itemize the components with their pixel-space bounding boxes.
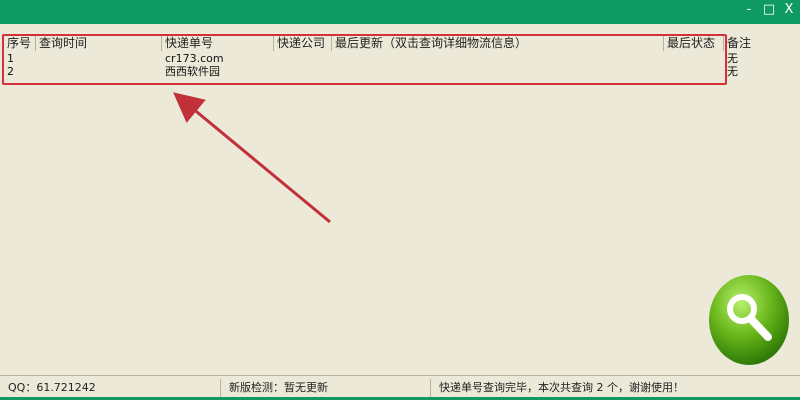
qq-contact: QQ：61.721242 bbox=[8, 381, 96, 394]
magnifier-icon bbox=[709, 275, 789, 365]
search-button[interactable] bbox=[708, 274, 790, 366]
row-remark: 无 bbox=[727, 52, 738, 65]
window-controls: - □ X bbox=[742, 2, 796, 17]
maximize-button[interactable]: □ bbox=[762, 2, 776, 17]
annotation-highlight-box bbox=[2, 34, 727, 85]
close-button[interactable]: X bbox=[782, 2, 796, 17]
row-remark: 无 bbox=[727, 65, 738, 78]
update-status: 新版检测：暂无更新 bbox=[220, 379, 430, 397]
col-remark[interactable]: 备注 bbox=[724, 35, 794, 51]
minimize-button[interactable]: - bbox=[742, 2, 756, 17]
title-bar: - □ X bbox=[0, 0, 800, 24]
status-tip: 快递单号查询完毕，本次共查询 2 个，谢谢使用！ bbox=[430, 379, 800, 397]
